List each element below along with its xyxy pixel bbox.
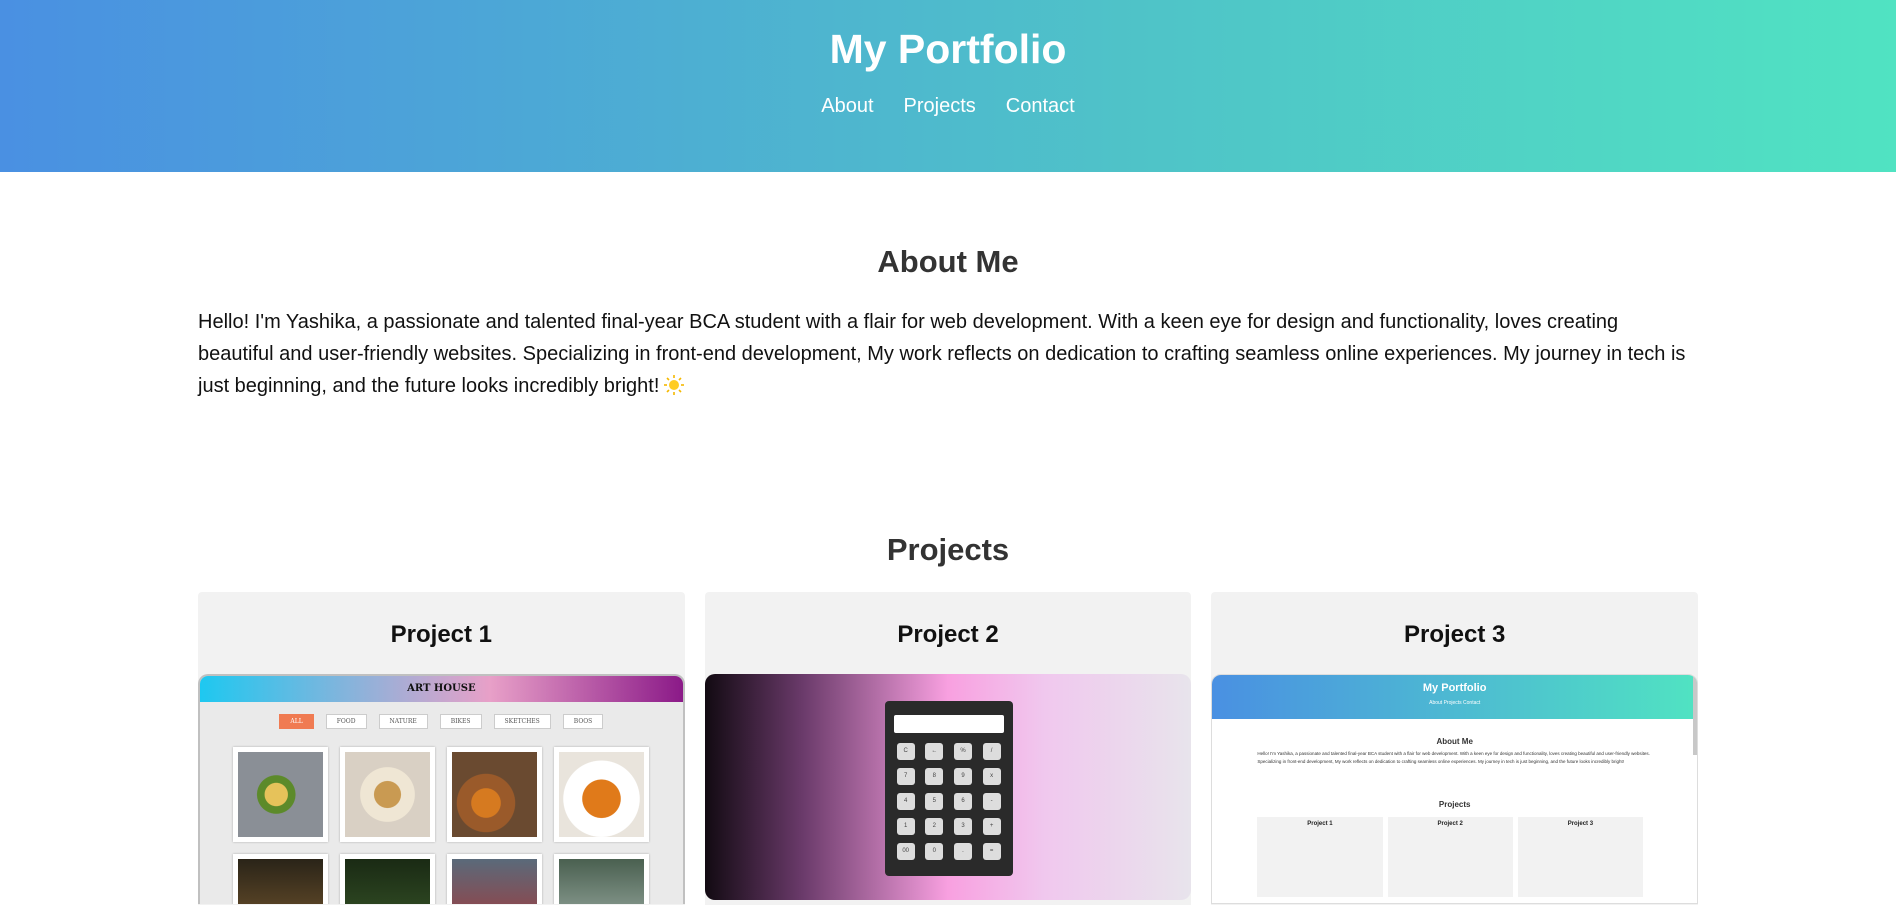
art-filter: ALL xyxy=(279,714,314,729)
calc-key: . xyxy=(953,843,972,860)
projects-section: Projects Project 1 ART HOUSE ALL FOOD NA… xyxy=(0,402,1896,905)
calc-key: - xyxy=(982,793,1001,810)
mini-project-cards: Project 1 Project 2 Project 3 xyxy=(1257,817,1643,897)
about-heading: About Me xyxy=(877,244,1019,279)
art-gallery xyxy=(200,747,683,904)
calculator-keys: C ← % / 7 8 9 x 4 5 6 - 1 2 3 + 00 0 . = xyxy=(894,743,1004,860)
gallery-image xyxy=(340,854,436,904)
mini-title: My Portfolio xyxy=(1422,682,1487,694)
art-filter: FOOD xyxy=(325,714,367,729)
calc-key: 3 xyxy=(953,818,972,835)
project-3-screenshot[interactable]: My Portfolio About Projects Contact Abou… xyxy=(1211,674,1699,904)
mini-scrollbar xyxy=(1693,675,1698,755)
calculator-display xyxy=(893,715,1004,733)
calc-key: 7 xyxy=(896,768,915,785)
mini-nav: About Projects Contact xyxy=(1429,700,1481,706)
gallery-image xyxy=(233,854,329,904)
mini-projects-heading: Projects xyxy=(1438,800,1471,809)
gallery-image xyxy=(554,747,650,842)
project-2-screenshot[interactable]: C ← % / 7 8 9 x 4 5 6 - 1 2 3 + 00 0 . = xyxy=(704,674,1192,900)
project-1-screenshot[interactable]: ART HOUSE ALL FOOD NATURE BIKES SKETCHES… xyxy=(198,674,685,904)
mini-card: Project 1 xyxy=(1257,817,1383,897)
calc-key: C xyxy=(896,743,915,760)
nav-link-contact[interactable]: Contact xyxy=(1006,92,1075,120)
gallery-image xyxy=(447,747,543,842)
calc-key: ← xyxy=(925,743,944,760)
site-header: My Portfolio About Projects Contact xyxy=(0,0,1896,172)
calc-key: = xyxy=(982,843,1001,860)
calc-key: x xyxy=(982,768,1001,785)
nav-link-about[interactable]: About xyxy=(821,92,873,120)
calc-key: + xyxy=(982,818,1001,835)
about-text-body: Hello! I'm Yashika, a passionate and tal… xyxy=(198,311,1686,397)
about-section: About Me Hello! I'm Yashika, a passionat… xyxy=(0,172,1896,402)
calculator-preview: C ← % / 7 8 9 x 4 5 6 - 1 2 3 + 00 0 . = xyxy=(884,701,1013,876)
art-filter: BIKES xyxy=(439,714,482,729)
mini-about-text: Hello! I'm Yashika, a passionate and tal… xyxy=(1257,751,1650,764)
site-title: My Portfolio xyxy=(829,26,1067,72)
project-grid: Project 1 ART HOUSE ALL FOOD NATURE BIKE… xyxy=(198,592,1699,905)
project-card-1[interactable]: Project 1 ART HOUSE ALL FOOD NATURE BIKE… xyxy=(198,592,685,905)
project-card-3[interactable]: Project 3 My Portfolio About Projects Co… xyxy=(1211,592,1699,905)
art-filter-bar: ALL FOOD NATURE BIKES SKETCHES BOOS xyxy=(200,714,683,729)
calc-key: / xyxy=(982,743,1001,760)
mini-about-heading: About Me xyxy=(1436,737,1473,746)
projects-heading: Projects xyxy=(886,532,1010,567)
calc-key: 5 xyxy=(925,793,944,810)
project-title: Project 1 xyxy=(390,621,493,648)
art-house-header: ART HOUSE xyxy=(200,676,683,702)
art-filter: BOOS xyxy=(562,714,604,729)
mini-card: Project 2 xyxy=(1387,817,1513,897)
calc-key: 8 xyxy=(925,768,944,785)
calc-key: 4 xyxy=(896,793,915,810)
calc-key: 2 xyxy=(925,818,944,835)
calc-key: 6 xyxy=(953,793,972,810)
sun-icon xyxy=(663,374,685,396)
main-nav: About Projects Contact xyxy=(0,92,1896,120)
about-text: Hello! I'm Yashika, a passionate and tal… xyxy=(198,306,1698,402)
project-card-2[interactable]: Project 2 C ← % / 7 8 9 x 4 5 6 - 1 2 3 … xyxy=(704,592,1192,905)
gallery-image xyxy=(447,854,543,904)
gallery-image xyxy=(554,854,650,904)
art-filter: SKETCHES xyxy=(493,714,551,729)
project-title: Project 3 xyxy=(1403,621,1506,648)
calc-key: 9 xyxy=(953,768,972,785)
project-title: Project 2 xyxy=(897,621,999,648)
gallery-image xyxy=(233,747,329,842)
nav-link-projects[interactable]: Projects xyxy=(904,92,976,120)
calc-key: 00 xyxy=(896,843,915,860)
mini-header: My Portfolio About Projects Contact xyxy=(1212,675,1698,719)
art-filter: NATURE xyxy=(378,714,428,729)
gallery-image xyxy=(340,747,436,842)
calc-key: 0 xyxy=(925,843,944,860)
calc-key: % xyxy=(953,743,972,760)
mini-card: Project 3 xyxy=(1517,817,1643,897)
calc-key: 1 xyxy=(896,818,915,835)
